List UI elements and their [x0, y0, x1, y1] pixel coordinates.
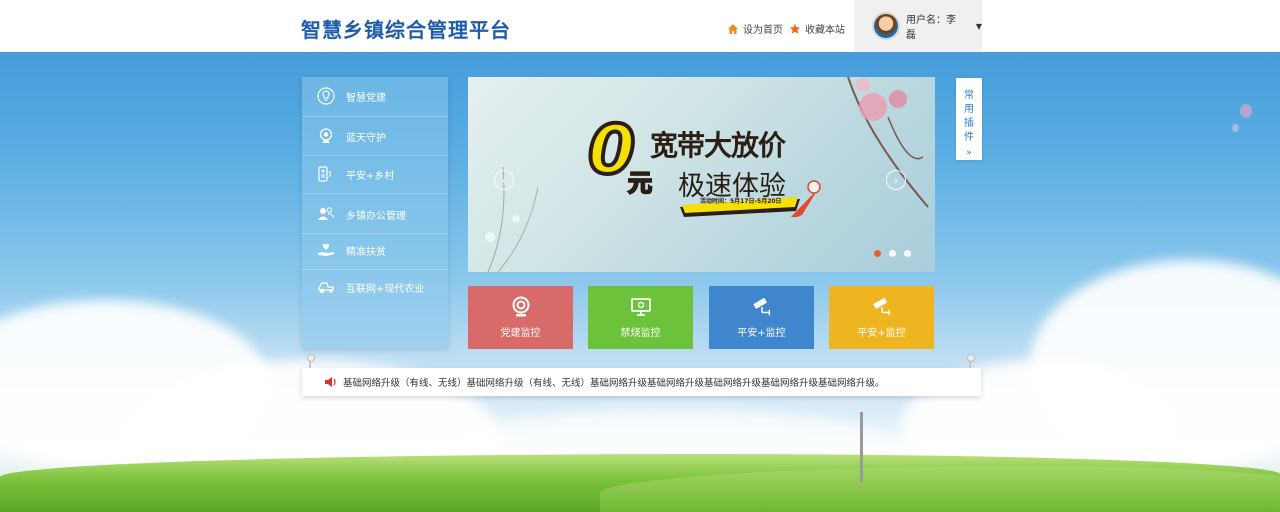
- banner-carousel[interactable]: 0 元 宽带大放价 极速体验 活动时间：5月17日-5月20日 ‹ ›: [468, 77, 935, 272]
- carousel-dot[interactable]: [904, 250, 911, 257]
- tile-burn-ban-monitoring[interactable]: 禁烧监控: [588, 286, 693, 349]
- promo-yuan: 元: [627, 168, 653, 198]
- home-icon: [727, 23, 739, 35]
- tractor-icon: [316, 277, 336, 297]
- notice-text[interactable]: 基础网络升级（有线、无线）基础网络升级（有线、无线）基础网络升级基础网络升级基础…: [343, 375, 885, 389]
- chevron-left-icon: ‹: [501, 173, 507, 187]
- bookmark-link[interactable]: 收藏本站: [789, 21, 845, 36]
- chevron-right-icon: ›: [893, 173, 899, 187]
- user-menu[interactable]: 用户名：李磊 ▼: [854, 0, 982, 52]
- promo-event-time: 活动时间：5月17日-5月20日: [700, 198, 782, 205]
- plugin-tab-char: 常: [964, 90, 974, 101]
- carousel-dot[interactable]: [874, 250, 881, 257]
- sidebar-item-label: 精准扶贫: [346, 246, 386, 258]
- sidebar-item-office[interactable]: 乡镇办公管理: [302, 195, 448, 233]
- sidebar-nav: 智慧党建 蓝天守护 平安+乡村 乡镇办公管理 精准扶贫 互联网+现代农业: [302, 77, 448, 348]
- people-icon: [316, 204, 336, 224]
- sidebar-item-label: 互联网+现代农业: [346, 283, 425, 295]
- webcam-icon: [316, 126, 336, 146]
- cctv-camera-icon: [751, 296, 773, 318]
- balloon: [1240, 104, 1252, 118]
- tile-label: 禁烧监控: [620, 328, 661, 339]
- carousel-prev-button[interactable]: ‹: [494, 170, 514, 190]
- speaker-icon: [324, 373, 337, 392]
- intercom-icon: [316, 164, 336, 184]
- sidebar-item-label: 智慧党建: [346, 92, 386, 104]
- sidebar-item-label: 平安+乡村: [346, 170, 395, 182]
- tile-label: 平安+监控: [737, 328, 786, 339]
- tile-label: 平安+监控: [857, 328, 906, 339]
- sidebar-item-poverty-relief[interactable]: 精准扶贫: [302, 231, 448, 269]
- webcam-icon: [510, 296, 532, 318]
- username-label: 用户名：李磊: [905, 15, 956, 41]
- plugin-tab-char: 件: [964, 132, 974, 143]
- carousel-dot[interactable]: [889, 250, 896, 257]
- divider: [302, 193, 448, 194]
- monitor-icon: [630, 296, 652, 318]
- utility-pole: [860, 412, 863, 482]
- bookmark-label: 收藏本站: [805, 25, 845, 36]
- tile-safety-monitoring-2[interactable]: 平安+监控: [829, 286, 934, 349]
- avatar: [872, 12, 900, 40]
- plugin-tab-char: 插: [964, 118, 974, 129]
- sidebar-item-blue-sky[interactable]: 蓝天守护: [302, 117, 448, 155]
- sidebar-item-label: 蓝天守护: [346, 132, 386, 144]
- plugin-tab-char: 用: [964, 104, 974, 115]
- cctv-camera-icon: [871, 296, 893, 318]
- tile-party-monitoring[interactable]: 党建监控: [468, 286, 573, 349]
- header: 智慧乡镇综合管理平台 设为首页 收藏本站 用户名：李磊 ▼: [0, 0, 1280, 52]
- tile-label: 党建监控: [500, 328, 541, 339]
- sidebar-item-party-building[interactable]: 智慧党建: [302, 77, 448, 115]
- carousel-next-button[interactable]: ›: [886, 170, 906, 190]
- set-home-link[interactable]: 设为首页: [727, 21, 783, 36]
- site-title: 智慧乡镇综合管理平台: [301, 18, 511, 42]
- promo-headline-top: 宽带大放价: [650, 129, 786, 162]
- chevron-down-icon: ▼: [975, 21, 982, 31]
- sidebar-item-safe-village[interactable]: 平安+乡村: [302, 155, 448, 193]
- heart-hand-icon: [316, 240, 336, 260]
- double-chevron-right-icon: »: [966, 148, 972, 158]
- sidebar-item-internet-agriculture[interactable]: 互联网+现代农业: [302, 268, 448, 306]
- notice-bar: 基础网络升级（有线、无线）基础网络升级（有线、无线）基础网络升级基础网络升级基础…: [302, 368, 981, 396]
- lightbulb-icon: [316, 86, 336, 106]
- sidebar-item-label: 乡镇办公管理: [346, 210, 406, 222]
- set-home-label: 设为首页: [743, 25, 783, 36]
- carousel-indicators: [874, 250, 911, 257]
- common-plugins-tab[interactable]: 常 用 插 件 »: [956, 78, 982, 160]
- balloon: [1232, 124, 1239, 132]
- star-icon: [789, 23, 801, 35]
- tile-safety-monitoring[interactable]: 平安+监控: [709, 286, 814, 349]
